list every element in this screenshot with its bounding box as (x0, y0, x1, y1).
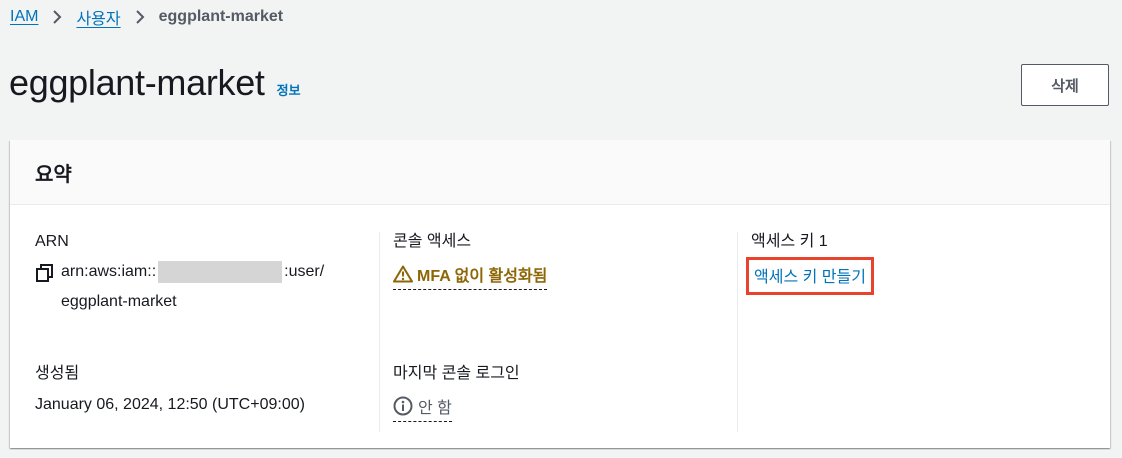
info-link[interactable]: 정보 (277, 80, 301, 99)
created-value: January 06, 2024, 12:50 (UTC+09:00) (35, 396, 305, 413)
arn-label: ARN (35, 233, 69, 250)
warning-icon (393, 265, 413, 283)
arn-prefix: arn:aws:iam:: (61, 263, 157, 280)
page-title: eggplant-market (9, 62, 265, 103)
last-login-value[interactable]: 안 함 (393, 394, 452, 422)
create-access-key-link[interactable]: 액세스 키 만들기 (754, 269, 866, 286)
arn-text: arn:aws:iam:::user/ eggplant-market (61, 257, 324, 317)
created-field: 생성됨 January 06, 2024, 12:50 (UTC+09:00) (35, 364, 375, 415)
page-header: eggplant-market 정보 (9, 62, 301, 104)
summary-header: 요약 (10, 140, 1110, 205)
arn-line-1: arn:aws:iam:::user/ (61, 257, 324, 287)
chevron-right-icon (135, 9, 145, 25)
breadcrumb-iam-link[interactable]: IAM (10, 8, 38, 26)
column-divider (379, 232, 380, 432)
highlight-box: 액세스 키 만들기 (746, 257, 874, 295)
summary-column-3: 액세스 키 1 액세스 키 만들기 (746, 232, 1091, 295)
arn-value: arn:aws:iam:::user/ eggplant-market (35, 260, 375, 317)
created-label: 생성됨 (35, 365, 80, 382)
summary-heading: 요약 (35, 163, 72, 186)
last-login-label: 마지막 콘솔 로그인 (393, 365, 520, 382)
arn-line-2: eggplant-market (61, 293, 177, 310)
info-icon (393, 396, 413, 416)
summary-column-2: 콘솔 액세스 MFA 없이 활성화됨 마지막 콘솔 로그인 안 함 (393, 232, 723, 422)
breadcrumb-users-link[interactable]: 사용자 (76, 5, 120, 29)
delete-button[interactable]: 삭제 (1021, 64, 1109, 106)
mfa-status-text: MFA 없이 활성화됨 (417, 268, 548, 285)
last-login-text: 안 함 (418, 400, 452, 417)
column-divider (737, 232, 738, 432)
summary-panel: 요약 ARN arn:aws:iam:::user/ eggplant-mark… (10, 140, 1110, 448)
breadcrumb-current: eggplant-market (158, 8, 284, 25)
console-access-label: 콘솔 액세스 (393, 233, 472, 250)
arn-suffix: :user/ (284, 263, 325, 280)
console-access-status[interactable]: MFA 없이 활성화됨 (393, 262, 548, 290)
chevron-right-icon (52, 9, 62, 25)
breadcrumb: IAM 사용자 eggplant-market (10, 5, 283, 29)
redacted-account-id (158, 260, 283, 283)
last-login-field: 마지막 콘솔 로그인 안 함 (393, 364, 723, 422)
summary-column-1: ARN arn:aws:iam:::user/ eggplant-market … (35, 232, 375, 413)
copy-icon[interactable] (35, 263, 55, 283)
access-key-label: 액세스 키 1 (751, 233, 828, 250)
